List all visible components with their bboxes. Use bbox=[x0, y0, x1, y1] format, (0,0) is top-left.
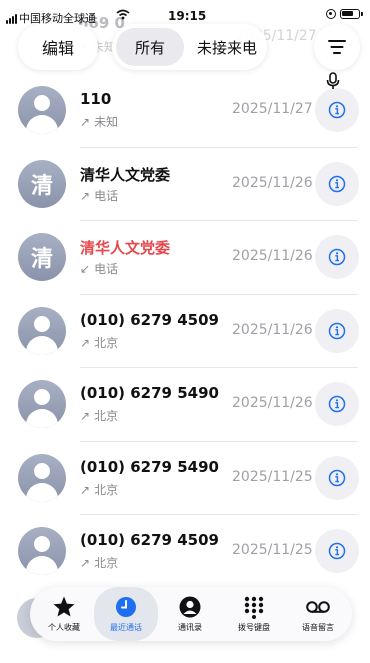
call-row[interactable]: (010) 6279 4509 ↗ 北京 2025/11/26 bbox=[0, 295, 370, 368]
status-right bbox=[326, 9, 363, 19]
info-button[interactable] bbox=[315, 88, 359, 132]
call-label: 电话 bbox=[94, 262, 119, 276]
avatar: 清 bbox=[18, 233, 66, 281]
incoming-arrow-icon: ↙ bbox=[80, 262, 91, 276]
call-row[interactable]: (010) 6279 4509 ↗ 北京 2025/11/25 bbox=[0, 515, 370, 589]
keypad-icon bbox=[242, 595, 266, 619]
call-row[interactable]: 清 清华人文党委 ↙ 电话 2025/11/26 bbox=[0, 221, 370, 295]
call-detail: ↗ 北京 bbox=[80, 334, 118, 351]
person-circle-icon bbox=[178, 595, 202, 619]
microphone-icon[interactable] bbox=[326, 72, 340, 94]
call-label: 未知 bbox=[94, 115, 119, 129]
battery-icon bbox=[340, 9, 363, 19]
call-row[interactable]: 清 清华人文党委 ↗ 电话 2025/11/26 bbox=[0, 148, 370, 221]
outgoing-arrow-icon: ↗ bbox=[80, 335, 91, 350]
wifi-icon bbox=[116, 9, 130, 23]
call-date: 2025/11/25 bbox=[232, 468, 313, 485]
info-icon bbox=[328, 101, 346, 119]
avatar bbox=[18, 86, 66, 134]
carrier-name: 中国移动全球通 bbox=[19, 12, 96, 25]
call-row[interactable]: (010) 6279 5490 ↗ 北京 2025/11/26 bbox=[0, 368, 370, 442]
outgoing-arrow-icon: ↗ bbox=[80, 115, 91, 129]
avatar bbox=[18, 380, 66, 428]
call-date: 2025/11/26 bbox=[232, 248, 313, 264]
filter-icon bbox=[328, 40, 346, 54]
outgoing-arrow-icon: ↗ bbox=[80, 482, 91, 497]
tab-voicemail[interactable]: 语音留言 bbox=[286, 587, 350, 641]
call-detail: ↗ 北京 bbox=[80, 407, 118, 424]
call-detail: ↗ 北京 bbox=[80, 554, 118, 571]
tab-contacts[interactable]: 通讯录 bbox=[158, 587, 222, 641]
caller-name: 清华人文党委 bbox=[80, 239, 171, 257]
call-detail: ↗ 电话 bbox=[80, 187, 118, 204]
call-date: 2025/11/27 bbox=[232, 101, 313, 117]
info-icon bbox=[328, 175, 346, 192]
signal-icon bbox=[6, 14, 17, 24]
caller-name: (010) 6279 5490 bbox=[80, 384, 219, 402]
call-date: 2025/11/25 bbox=[232, 542, 313, 558]
caller-name: (010) 6279 4509 bbox=[80, 310, 219, 329]
info-icon bbox=[328, 322, 346, 339]
call-label: 北京 bbox=[94, 482, 119, 497]
info-button[interactable] bbox=[315, 382, 359, 426]
info-icon bbox=[328, 469, 346, 486]
call-row[interactable]: (010) 6279 5490 ↗ 北京 2025/11/25 bbox=[0, 442, 370, 515]
call-label: 北京 bbox=[94, 409, 119, 423]
avatar bbox=[18, 527, 66, 575]
call-row[interactable]: 110 ↗ 未知 2025/11/27 bbox=[0, 74, 370, 148]
tab-keypad[interactable]: 拨号键盘 bbox=[222, 587, 286, 641]
call-label: 北京 bbox=[94, 335, 119, 350]
tab-recents[interactable]: 最近通话 bbox=[94, 587, 158, 641]
outgoing-arrow-icon: ↗ bbox=[80, 409, 91, 423]
tab-all[interactable]: 所有 bbox=[116, 28, 184, 66]
outgoing-arrow-icon: ↗ bbox=[80, 556, 91, 570]
status-bar: 中国移动全球通 19:15 bbox=[0, 0, 370, 32]
call-date: 2025/11/26 bbox=[232, 395, 313, 411]
info-button[interactable] bbox=[315, 455, 359, 500]
call-detail: ↗ 北京 bbox=[80, 481, 118, 498]
info-button[interactable] bbox=[315, 161, 359, 206]
clock-icon bbox=[114, 595, 138, 619]
call-detail: ↙ 电话 bbox=[80, 260, 118, 277]
info-button[interactable] bbox=[315, 529, 359, 573]
call-label: 电话 bbox=[94, 188, 119, 203]
caller-name: (010) 6279 5490 bbox=[80, 457, 219, 476]
info-icon bbox=[328, 542, 346, 560]
avatar: 清 bbox=[18, 159, 66, 208]
recent-calls-list: 110 ↗ 未知 2025/11/27 清 清华人文党委 ↗ 电话 2025/11/… bbox=[0, 74, 370, 589]
call-date: 2025/11/26 bbox=[232, 174, 313, 191]
avatar bbox=[18, 306, 66, 355]
info-icon bbox=[328, 395, 346, 413]
avatar bbox=[18, 453, 66, 502]
info-icon bbox=[328, 248, 346, 266]
info-button[interactable] bbox=[315, 235, 359, 279]
tab-bar: 个人收藏 最近通话 通讯录 拨号键盘 语音留言 bbox=[30, 587, 352, 641]
tab-favorites[interactable]: 个人收藏 bbox=[32, 587, 96, 641]
voicemail-icon bbox=[305, 595, 331, 619]
caller-name: 110 bbox=[80, 90, 112, 108]
clock-time: 19:15 bbox=[168, 9, 207, 23]
location-icon bbox=[326, 9, 336, 19]
caller-name: (010) 6279 4509 bbox=[80, 531, 219, 549]
star-icon bbox=[52, 595, 76, 619]
call-label: 北京 bbox=[94, 556, 119, 570]
tab-missed[interactable]: 未接来电 bbox=[190, 28, 264, 66]
info-button[interactable] bbox=[315, 308, 359, 353]
call-detail: ↗ 未知 bbox=[80, 113, 118, 130]
outgoing-arrow-icon: ↗ bbox=[80, 188, 91, 203]
caller-name: 清华人文党委 bbox=[80, 165, 171, 184]
call-date: 2025/11/26 bbox=[232, 321, 313, 338]
